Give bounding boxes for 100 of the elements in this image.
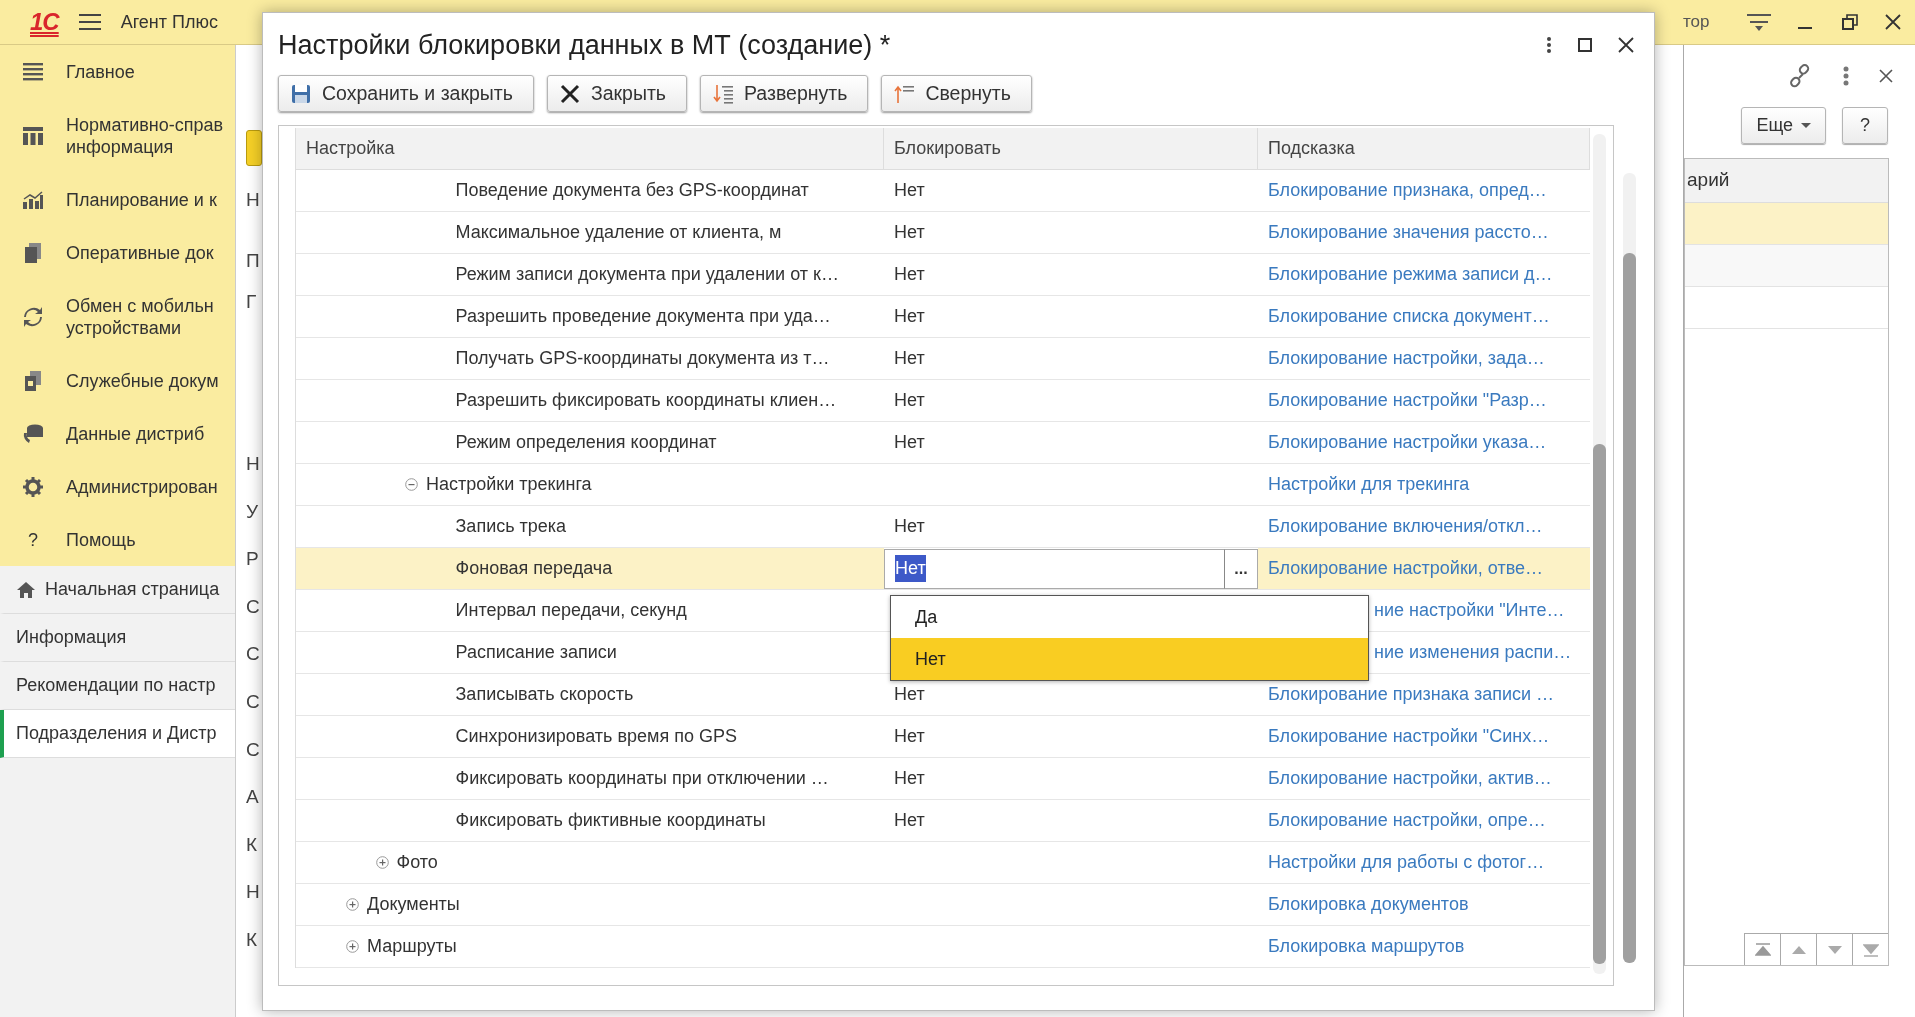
plus-circle-icon[interactable] bbox=[346, 940, 359, 953]
hint-link[interactable]: Блокирование настройки указа… bbox=[1268, 429, 1547, 456]
section-link[interactable]: Главное bbox=[66, 60, 135, 83]
column-header[interactable]: Настройка bbox=[296, 128, 884, 170]
more-icon[interactable] bbox=[1843, 66, 1849, 86]
save-icon bbox=[291, 83, 311, 104]
more-button[interactable]: Еще bbox=[1741, 107, 1826, 144]
scrollbar[interactable] bbox=[1623, 173, 1636, 963]
hint-link[interactable]: Блокировка документов bbox=[1268, 891, 1469, 918]
sync-icon bbox=[22, 305, 44, 328]
setting-label: Записывать скорость bbox=[455, 683, 634, 706]
setting-label: Фиксировать координаты при отключении … bbox=[455, 767, 829, 790]
app-title: Агент Плюс bbox=[120, 10, 218, 34]
hint-link[interactable]: Блокирование режима записи д… bbox=[1268, 261, 1553, 288]
table-cell: Нет bbox=[884, 380, 1258, 422]
hint-link[interactable]: Блокирование настройки "Разр… bbox=[1268, 387, 1547, 414]
hint-link[interactable]: Блокирование настройки, опре… bbox=[1268, 807, 1546, 834]
scrollbar[interactable] bbox=[1593, 134, 1606, 974]
menu-icon bbox=[22, 60, 44, 83]
column-header[interactable]: Блокировать bbox=[884, 128, 1258, 170]
columns-icon bbox=[22, 124, 44, 147]
documents-icon bbox=[22, 241, 44, 264]
form-label: С bbox=[246, 689, 260, 714]
hint-link[interactable]: Блокирование списка документ… bbox=[1268, 303, 1550, 330]
close-icon[interactable] bbox=[1618, 37, 1634, 53]
hint-link[interactable]: Блокирование настройки, актив… bbox=[1268, 765, 1552, 792]
restore-icon[interactable] bbox=[1841, 14, 1858, 30]
setting-label: Маршруты bbox=[367, 935, 457, 958]
hint-link[interactable]: ние изменения распи… bbox=[1374, 639, 1572, 666]
chart-icon bbox=[22, 188, 44, 211]
setting-label: Режим записи документа при удалении от к… bbox=[455, 263, 839, 286]
expand-button[interactable]: Развернуть bbox=[700, 75, 869, 112]
setting-label: Документы bbox=[367, 893, 460, 916]
setting-label: Получать GPS-координаты документа из т… bbox=[455, 347, 830, 370]
more-icon[interactable] bbox=[1546, 36, 1552, 54]
hint-link[interactable]: Блокировка маршрутов bbox=[1268, 933, 1465, 960]
dropdown-option[interactable]: Нет bbox=[891, 638, 1368, 680]
hint-link[interactable]: Блокирование включения/откл… bbox=[1268, 513, 1543, 540]
hint-link[interactable]: Настройки для трекинга bbox=[1268, 471, 1470, 498]
hint-link[interactable]: Блокирование признака записи … bbox=[1268, 681, 1555, 708]
menu-icon[interactable] bbox=[78, 13, 101, 31]
dropdown-option[interactable]: Да bbox=[891, 596, 1368, 638]
table-cell: Нет bbox=[884, 422, 1258, 464]
collapse-button[interactable]: Свернуть bbox=[881, 75, 1032, 112]
help-button[interactable]: ? bbox=[1842, 107, 1888, 144]
setting-label: Фото bbox=[396, 851, 438, 874]
hint-link[interactable]: Блокирование настройки "Синх… bbox=[1268, 723, 1550, 750]
section-link[interactable]: Нормативно-справ информация bbox=[66, 113, 224, 158]
form-label: А bbox=[246, 785, 259, 810]
section-link[interactable]: Оперативные док bbox=[66, 241, 214, 264]
table-cell: Нет bbox=[884, 338, 1258, 380]
hint-link[interactable]: Блокирование значения рассто… bbox=[1268, 219, 1549, 246]
logo[interactable]: 1С bbox=[30, 4, 59, 40]
section-link[interactable]: Служебные докум bbox=[66, 369, 219, 392]
setting-label: Запись трека bbox=[455, 515, 567, 538]
help-icon: ? bbox=[28, 529, 38, 550]
column-header[interactable]: Подсказка bbox=[1258, 128, 1590, 170]
close-icon[interactable] bbox=[1885, 14, 1902, 30]
page-label: Начальная страница bbox=[45, 578, 220, 601]
section-link[interactable]: Обмен с мобильн устройствами bbox=[66, 294, 214, 339]
setting-label: Режим определения координат bbox=[455, 431, 717, 454]
database-icon bbox=[22, 422, 44, 445]
first-page-icon[interactable] bbox=[1754, 942, 1771, 957]
setting-label: Поведение документа без GPS-координат bbox=[455, 179, 809, 202]
section-link[interactable]: Администрирован bbox=[66, 475, 218, 498]
form-label: С bbox=[246, 594, 260, 619]
hint-link[interactable]: Настройки для работы с фотог… bbox=[1268, 849, 1545, 876]
form-label: У bbox=[246, 499, 259, 524]
hint-link[interactable]: ние настройки "Инте… bbox=[1374, 597, 1565, 624]
close-button[interactable]: Закрыть bbox=[546, 75, 687, 112]
button-edge bbox=[246, 130, 262, 166]
setting-label: Настройки трекинга bbox=[426, 473, 592, 496]
dialog-title: Настройки блокировки данных в МТ (создание) * bbox=[278, 28, 891, 62]
filter-icon[interactable] bbox=[1746, 11, 1771, 33]
setting-label: Синхронизировать время по GPS bbox=[455, 725, 737, 748]
choice-button[interactable]: ... bbox=[1224, 548, 1258, 589]
setting-label: Разрешить проведение документа при уда… bbox=[455, 305, 831, 328]
setting-label: Фоновая передача bbox=[455, 557, 613, 580]
table-cell: Нет bbox=[884, 254, 1258, 296]
form-label: К bbox=[246, 832, 258, 857]
user-name: тор bbox=[1683, 11, 1711, 34]
hint-link[interactable]: Блокирование настройки, зада… bbox=[1268, 345, 1545, 372]
section-link[interactable]: Помощь bbox=[66, 528, 136, 551]
save-close-button[interactable]: Сохранить и закрыть bbox=[278, 75, 534, 112]
plus-circle-icon[interactable] bbox=[346, 898, 359, 911]
setting-label: Максимальное удаление от клиента, м bbox=[455, 221, 782, 244]
setting-label: Фиксировать фиктивные координаты bbox=[455, 809, 766, 832]
close-icon[interactable] bbox=[1879, 69, 1893, 83]
open-page-tab[interactable]: Подразделения и Дистр bbox=[0, 710, 235, 758]
setting-label: Расписание записи bbox=[455, 641, 617, 664]
value-field[interactable]: Нет bbox=[884, 548, 1224, 589]
maximize-icon[interactable] bbox=[1578, 38, 1592, 52]
minus-circle-icon[interactable] bbox=[405, 478, 418, 491]
form-label: Н bbox=[246, 452, 260, 476]
table-cell: Нет bbox=[884, 296, 1258, 338]
section-link[interactable]: Планирование и к bbox=[66, 188, 217, 211]
section-link[interactable]: Данные дистриб bbox=[66, 422, 205, 445]
plus-circle-icon[interactable] bbox=[375, 856, 389, 869]
hint-link[interactable]: Блокирование признака, опред… bbox=[1268, 177, 1547, 204]
form-label: Р bbox=[246, 547, 259, 572]
